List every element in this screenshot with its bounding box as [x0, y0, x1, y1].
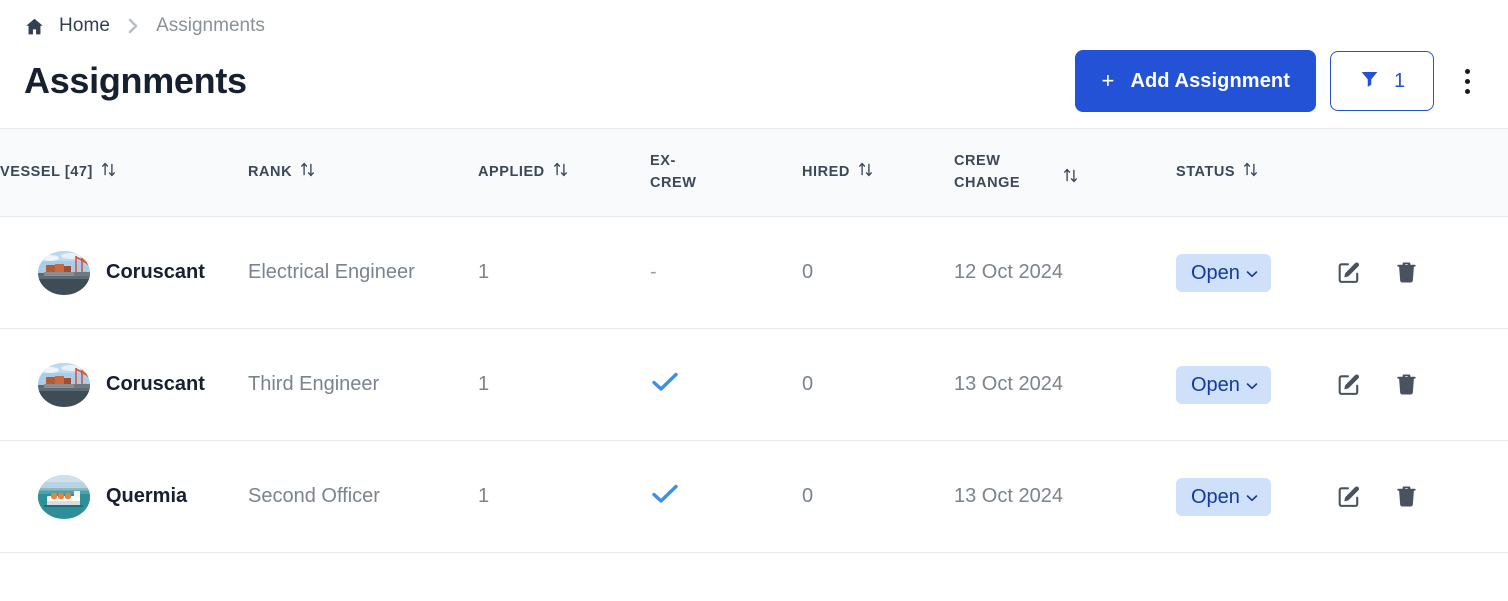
- breadcrumb: Home Assignments: [0, 0, 1508, 37]
- column-header-crew-change-label-line1: CREW: [954, 152, 1001, 169]
- column-header-actions: [1336, 129, 1508, 217]
- column-header-rank-label: RANK: [248, 163, 293, 180]
- table-row[interactable]: Coruscant Electrical Engineer 1 - 0 12 O…: [0, 217, 1508, 329]
- home-icon[interactable]: [24, 16, 45, 37]
- page-title: Assignments: [24, 60, 247, 102]
- column-header-crew-change-label-line2: CHANGE: [954, 174, 1021, 191]
- chevron-down-icon: [1246, 492, 1258, 504]
- filter-button[interactable]: 1: [1330, 51, 1434, 111]
- cell-rank: Second Officer: [248, 485, 380, 507]
- column-header-applied-label: APPLIED: [478, 163, 545, 180]
- cell-actions: [1336, 329, 1508, 441]
- cell-actions: [1336, 441, 1508, 553]
- vessel-name: Coruscant: [106, 261, 205, 283]
- kebab-dot-icon: [1464, 88, 1470, 94]
- cell-applied: 1: [478, 373, 490, 395]
- column-header-ex-crew: EX- CREW: [650, 129, 802, 217]
- cell-actions: [1336, 217, 1508, 329]
- edit-button[interactable]: [1336, 484, 1362, 510]
- column-header-vessel-label: VESSEL [47]: [0, 163, 93, 180]
- sort-icon[interactable]: [100, 161, 117, 182]
- column-header-ex-crew-label-line2: CREW: [650, 174, 697, 191]
- kebab-dot-icon: [1464, 68, 1470, 74]
- plus-icon: +: [1101, 68, 1115, 93]
- column-header-status-label: STATUS: [1176, 163, 1236, 180]
- table-body: Coruscant Electrical Engineer 1 - 0 12 O…: [0, 217, 1508, 553]
- header-actions: + Add Assignment 1: [1075, 50, 1484, 112]
- cell-crew-change: 13 Oct 2024: [954, 373, 1063, 395]
- sort-icon[interactable]: [857, 161, 874, 182]
- sort-icon[interactable]: [552, 161, 569, 182]
- cell-crew-change: 13 Oct 2024: [954, 485, 1063, 507]
- status-label: Open: [1191, 261, 1240, 284]
- edit-button[interactable]: [1336, 372, 1362, 398]
- add-assignment-label: Add Assignment: [1130, 69, 1290, 92]
- sort-icon[interactable]: [299, 161, 316, 182]
- breadcrumb-current: Assignments: [156, 15, 265, 36]
- cell-vessel: Coruscant: [0, 217, 248, 329]
- table-header-row: VESSEL [47] RANK APPLIED EX- CREW HIRED …: [0, 128, 1508, 217]
- cell-hired: 0: [802, 485, 814, 507]
- sort-icon[interactable]: [1242, 161, 1259, 182]
- cell-applied: 1: [478, 485, 490, 507]
- ex-crew-check-icon: [650, 369, 680, 401]
- delete-button[interactable]: [1394, 372, 1419, 397]
- cell-applied: 1: [478, 261, 490, 283]
- sort-icon[interactable]: [1062, 167, 1079, 188]
- kebab-dot-icon: [1464, 78, 1470, 84]
- cell-crew-change: 12 Oct 2024: [954, 261, 1063, 283]
- table-row[interactable]: Quermia Second Officer 1 0 13 Oct 2024 O…: [0, 441, 1508, 553]
- vessel-thumbnail-icon: [38, 474, 90, 519]
- column-header-rank[interactable]: RANK: [248, 129, 478, 217]
- chevron-right-icon: [126, 16, 140, 36]
- column-header-hired-label: HIRED: [802, 163, 850, 180]
- cell-ex-crew: -: [650, 217, 802, 329]
- vessel-name: Coruscant: [106, 373, 205, 395]
- status-badge[interactable]: Open: [1176, 365, 1271, 404]
- cell-ex-crew: [650, 329, 802, 441]
- assignments-table-container: VESSEL [47] RANK APPLIED EX- CREW HIRED …: [0, 128, 1508, 553]
- status-label: Open: [1191, 485, 1240, 508]
- vessel-thumbnail-icon: [38, 250, 90, 295]
- cell-status: Open: [1176, 217, 1336, 329]
- status-label: Open: [1191, 373, 1240, 396]
- column-header-hired[interactable]: HIRED: [802, 129, 954, 217]
- column-header-vessel[interactable]: VESSEL [47]: [0, 129, 248, 217]
- table-header: VESSEL [47] RANK APPLIED EX- CREW HIRED …: [0, 128, 1508, 217]
- chevron-down-icon: [1246, 380, 1258, 392]
- ex-crew-check-icon: [650, 481, 680, 513]
- edit-button[interactable]: [1336, 260, 1362, 286]
- delete-button[interactable]: [1394, 484, 1419, 509]
- vessel-name: Quermia: [106, 485, 188, 507]
- filter-icon: [1359, 68, 1380, 95]
- cell-rank: Third Engineer: [248, 373, 380, 395]
- column-header-applied[interactable]: APPLIED: [478, 129, 650, 217]
- chevron-down-icon: [1246, 268, 1258, 280]
- cell-hired: 0: [802, 373, 814, 395]
- cell-hired: 0: [802, 261, 814, 283]
- column-header-status[interactable]: STATUS: [1176, 129, 1336, 217]
- delete-button[interactable]: [1394, 260, 1419, 285]
- status-badge[interactable]: Open: [1176, 477, 1271, 516]
- column-header-crew-change[interactable]: CREW CHANGE: [954, 129, 1176, 217]
- cell-ex-crew: [650, 441, 802, 553]
- add-assignment-button[interactable]: + Add Assignment: [1075, 50, 1316, 112]
- filter-count: 1: [1393, 69, 1406, 92]
- page-header: Assignments + Add Assignment 1: [0, 34, 1508, 128]
- breadcrumb-home-link[interactable]: Home: [59, 15, 110, 37]
- cell-vessel: Quermia: [0, 441, 248, 553]
- column-header-ex-crew-label-line1: EX-: [650, 152, 676, 169]
- table-row[interactable]: Coruscant Third Engineer 1 0 13 Oct 2024…: [0, 329, 1508, 441]
- cell-status: Open: [1176, 329, 1336, 441]
- cell-status: Open: [1176, 441, 1336, 553]
- ex-crew-dash: -: [650, 261, 657, 283]
- more-options-button[interactable]: [1450, 57, 1484, 105]
- status-badge[interactable]: Open: [1176, 253, 1271, 292]
- cell-vessel: Coruscant: [0, 329, 248, 441]
- vessel-thumbnail-icon: [38, 362, 90, 407]
- assignments-table: VESSEL [47] RANK APPLIED EX- CREW HIRED …: [0, 128, 1508, 553]
- cell-rank: Electrical Engineer: [248, 261, 415, 283]
